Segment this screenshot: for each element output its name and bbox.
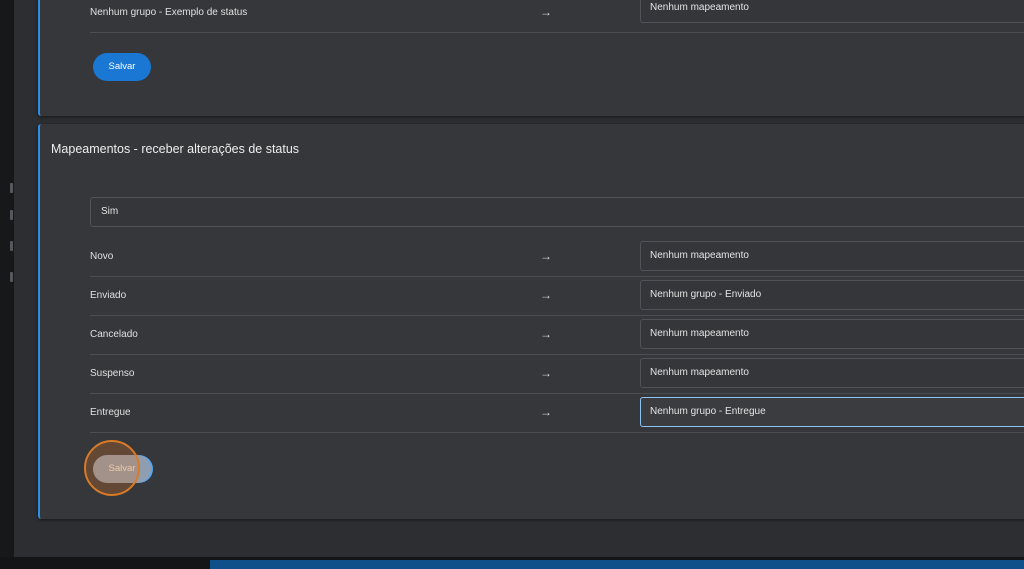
save-button[interactable]: Salvar [93, 53, 151, 81]
status-mapping-card: Nenhum grupo - Exemplo de status → Nenhu… [38, 0, 1024, 116]
click-highlight-ring [84, 440, 140, 496]
left-strip [0, 0, 14, 569]
arrow-right-icon: → [540, 288, 552, 302]
mapping-select[interactable]: Nenhum grupo - Enviado [640, 280, 1024, 310]
arrow-right-icon: → [540, 366, 552, 380]
card-title: Mapeamentos - receber alterações de stat… [51, 142, 300, 156]
mapping-row-cancelado: Cancelado → Nenhum mapeamento [90, 316, 1024, 355]
row-label: Enviado [90, 290, 127, 301]
mapping-row-suspenso: Suspenso → Nenhum mapeamento [90, 355, 1024, 394]
mapping-row-entregue: Entregue → Nenhum grupo - Entregue [90, 394, 1024, 433]
row-label: Suspenso [90, 368, 135, 379]
arrow-right-icon: → [540, 249, 552, 263]
arrow-right-icon: → [540, 5, 552, 19]
row-label: Novo [90, 251, 114, 262]
mapping-row: Nenhum grupo - Exemplo de status → Nenhu… [90, 0, 1024, 33]
mapping-select-focused[interactable]: Nenhum grupo - Entregue [640, 397, 1024, 427]
arrow-right-icon: → [540, 327, 552, 341]
row-label: Cancelado [90, 329, 138, 340]
mapping-row-enviado: Enviado → Nenhum grupo - Enviado [90, 277, 1024, 316]
enable-select[interactable]: Sim [90, 197, 1024, 227]
mapping-row-novo: Novo → Nenhum mapeamento [90, 238, 1024, 277]
arrow-right-icon: → [540, 405, 552, 419]
mapping-select[interactable]: Nenhum mapeamento [640, 319, 1024, 349]
taskbar-accent [210, 560, 1024, 569]
mapping-select[interactable]: Nenhum mapeamento [640, 0, 1024, 23]
row-label: Entregue [90, 407, 131, 418]
row-label: Nenhum grupo - Exemplo de status [90, 7, 248, 18]
mapping-select[interactable]: Nenhum mapeamento [640, 358, 1024, 388]
receive-status-mapping-card: Mapeamentos - receber alterações de stat… [38, 124, 1024, 519]
mapping-select[interactable]: Nenhum mapeamento [640, 241, 1024, 271]
